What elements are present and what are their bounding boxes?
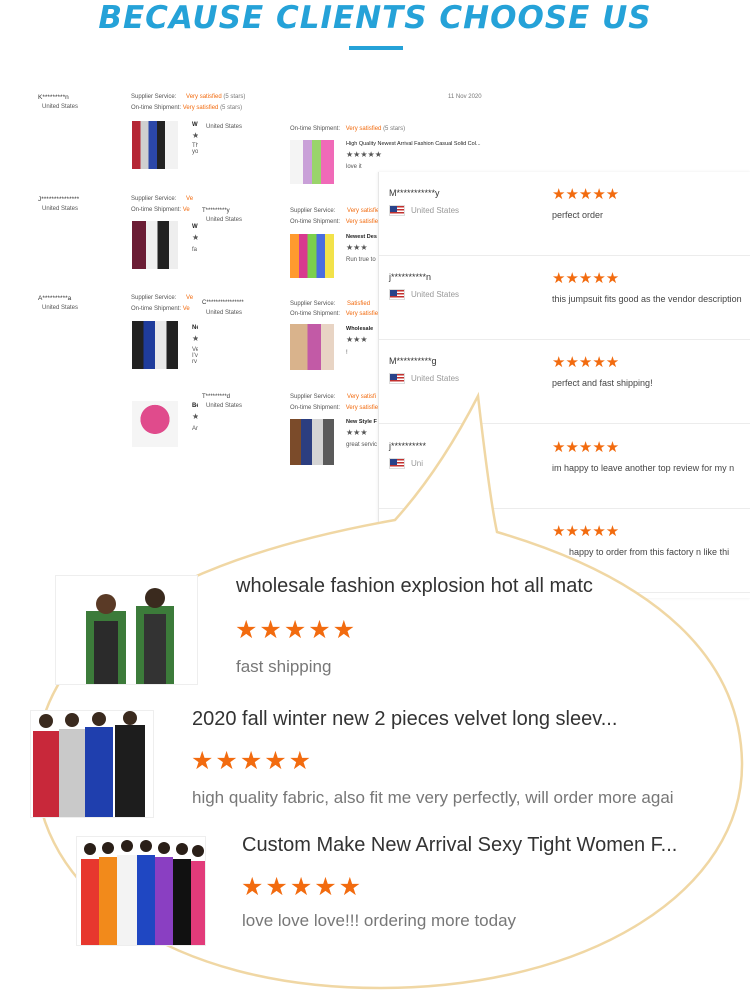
featured-product-title[interactable]: Custom Make New Arrival Sexy Tight Women… (242, 834, 677, 857)
rating-stars: ★★★★★ (241, 873, 364, 901)
reviews-showcase: BECAUSE CLIENTS CHOOSE US K*********n Un… (0, 0, 750, 994)
featured-product-image[interactable] (55, 575, 198, 685)
featured-product-title[interactable]: 2020 fall winter new 2 pieces velvet lon… (192, 708, 617, 731)
featured-product-image[interactable] (76, 836, 206, 946)
featured-product-image[interactable] (30, 710, 154, 818)
review-text: high quality fabric, also fit me very pe… (192, 788, 674, 807)
review-text: fast shipping (236, 657, 332, 676)
review-text-clip: high quality fabric, also fit me very pe… (192, 788, 730, 814)
rating-stars: ★★★★★ (235, 616, 358, 644)
review-text: love love love!!! ordering more today (242, 911, 517, 930)
featured-reviews: wholesale fashion explosion hot all matc… (0, 0, 750, 994)
featured-product-title[interactable]: wholesale fashion explosion hot all matc (236, 575, 593, 598)
rating-stars: ★★★★★ (191, 747, 314, 775)
